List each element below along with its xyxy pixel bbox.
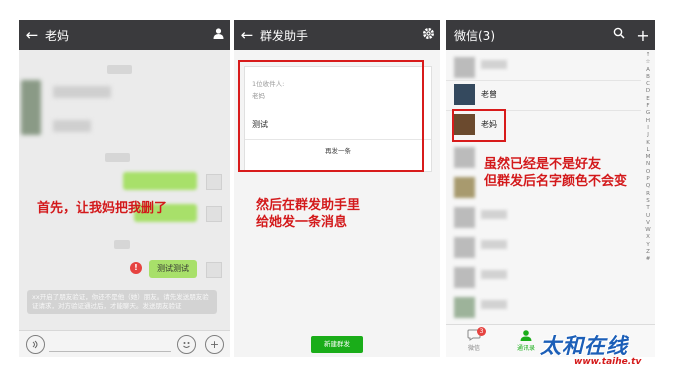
alphabet-letter[interactable]: Z: [643, 249, 653, 256]
watermark-brand: 太和在线: [540, 334, 628, 358]
profile-icon[interactable]: [206, 27, 230, 43]
sent-message-bubble[interactable]: 测试测试: [149, 260, 197, 278]
contact-name-blurred: [481, 300, 507, 309]
avatar: [206, 262, 222, 278]
alphabet-letter[interactable]: ↑: [643, 52, 653, 59]
plus-icon[interactable]: +: [205, 335, 224, 354]
voice-icon[interactable]: [26, 335, 45, 354]
contact-row[interactable]: 老曾: [446, 80, 641, 110]
chat-title: 老妈: [45, 28, 70, 43]
alphabet-index[interactable]: ↑ ☆ A B C D E F G H I J K L M N O P Q R S T U V W X Y Z #: [643, 52, 653, 264]
avatar: [454, 297, 475, 318]
gear-icon[interactable]: [416, 27, 440, 44]
tab-chats-label: 微信: [467, 345, 480, 352]
contact-name: 老曾: [481, 90, 497, 99]
search-icon[interactable]: [607, 27, 631, 43]
alphabet-letter[interactable]: H: [643, 118, 653, 125]
avatar: [454, 57, 475, 78]
alphabet-letter[interactable]: W: [643, 227, 653, 234]
avatar: [454, 237, 475, 258]
contacts-header: 微信(3) +: [446, 20, 655, 50]
broadcast-title: 群发助手: [260, 28, 309, 43]
alphabet-letter[interactable]: E: [643, 96, 653, 103]
contact-name-blurred: [481, 210, 507, 219]
contacts-panel: 微信(3) + 老曾 老妈 虽然已经是不是好友 但群发后名字颜色不会变 ↑ ☆ A B…: [446, 20, 655, 357]
alphabet-letter[interactable]: P: [643, 176, 653, 183]
alphabet-letter[interactable]: Y: [643, 242, 653, 249]
alphabet-letter[interactable]: Q: [643, 183, 653, 190]
chat-header: ← 老妈: [19, 20, 230, 50]
alphabet-letter[interactable]: G: [643, 110, 653, 117]
back-arrow-icon[interactable]: ←: [234, 26, 260, 44]
highlight-box: [452, 109, 506, 142]
tab-chats[interactable]: 微信 3: [460, 327, 488, 352]
alphabet-letter[interactable]: X: [643, 234, 653, 241]
avatar: [454, 177, 475, 198]
alphabet-letter[interactable]: T: [643, 205, 653, 212]
alphabet-letter[interactable]: U: [643, 213, 653, 220]
highlight-box: [238, 60, 424, 172]
alphabet-letter[interactable]: A: [643, 67, 653, 74]
alphabet-letter[interactable]: B: [643, 74, 653, 81]
contact-row[interactable]: [446, 54, 641, 83]
alphabet-letter[interactable]: K: [643, 140, 653, 147]
message-input[interactable]: [49, 351, 171, 352]
received-bubble: [53, 120, 91, 132]
alphabet-letter[interactable]: S: [643, 198, 653, 205]
broadcast-header: ← 群发助手: [234, 20, 440, 50]
system-notice: xx开启了朋友验证，你还不是他（她）朋友。请先发送朋友验证请求，对方验证通过后，…: [27, 290, 217, 314]
alphabet-letter[interactable]: D: [643, 88, 653, 95]
contact-row[interactable]: [446, 294, 641, 323]
avatar: [454, 207, 475, 228]
avatar: [206, 174, 222, 190]
watermark-url: www.taihe.tv: [574, 357, 642, 367]
contact-row[interactable]: [446, 204, 641, 233]
contact-name-blurred: [481, 270, 507, 279]
contacts-icon: [520, 330, 532, 341]
contact-row[interactable]: [446, 264, 641, 293]
annotation-step-2: 然后在群发助手里 给她发一条消息: [256, 198, 361, 230]
sent-bubble: [123, 172, 197, 190]
tab-contacts[interactable]: 通讯录: [510, 329, 542, 352]
alphabet-letter[interactable]: ☆: [643, 59, 653, 66]
received-bubble: [53, 86, 111, 98]
add-icon[interactable]: +: [631, 26, 655, 45]
contact-row[interactable]: [446, 234, 641, 263]
annotation-step-3: 虽然已经是不是好友 但群发后名字颜色不会变: [484, 157, 628, 189]
alphabet-letter[interactable]: L: [643, 147, 653, 154]
alphabet-letter[interactable]: M: [643, 154, 653, 161]
alphabet-letter[interactable]: V: [643, 220, 653, 227]
input-bar: +: [19, 330, 230, 357]
avatar: [206, 206, 222, 222]
alphabet-letter[interactable]: N: [643, 161, 653, 168]
broadcast-panel: ← 群发助手 1位收件人: 老妈 测试 再发一条 然后在群发助手里 给她发一条消…: [234, 20, 440, 357]
contact-name-blurred: [481, 60, 507, 69]
timestamp: [105, 153, 131, 162]
alphabet-letter[interactable]: J: [643, 132, 653, 139]
alphabet-letter[interactable]: C: [643, 81, 653, 88]
unread-badge: 3: [477, 327, 486, 336]
alphabet-letter[interactable]: I: [643, 125, 653, 132]
avatar: [454, 267, 475, 288]
back-arrow-icon[interactable]: ←: [19, 26, 45, 44]
avatar: [21, 80, 41, 135]
app-title: 微信(3): [454, 28, 495, 43]
contact-name-blurred: [481, 240, 507, 249]
alphabet-letter[interactable]: R: [643, 191, 653, 198]
avatar: [454, 147, 475, 168]
avatar: [454, 84, 475, 105]
timestamp: [107, 65, 133, 74]
alphabet-letter[interactable]: F: [643, 103, 653, 110]
alphabet-letter[interactable]: O: [643, 169, 653, 176]
new-broadcast-button[interactable]: 新建群发: [311, 336, 363, 353]
timestamp: [114, 240, 130, 249]
tab-contacts-label: 通讯录: [516, 345, 535, 352]
send-failed-icon[interactable]: !: [130, 262, 142, 274]
alphabet-letter[interactable]: #: [643, 256, 653, 263]
emoji-icon[interactable]: [177, 335, 196, 354]
annotation-step-1: 首先，让我妈把我删了: [37, 201, 168, 216]
chat-panel: ← 老妈 首先，让我妈把我删了 ! 测试测试 xx开启了朋友验证，你还不是他（她…: [19, 20, 230, 357]
